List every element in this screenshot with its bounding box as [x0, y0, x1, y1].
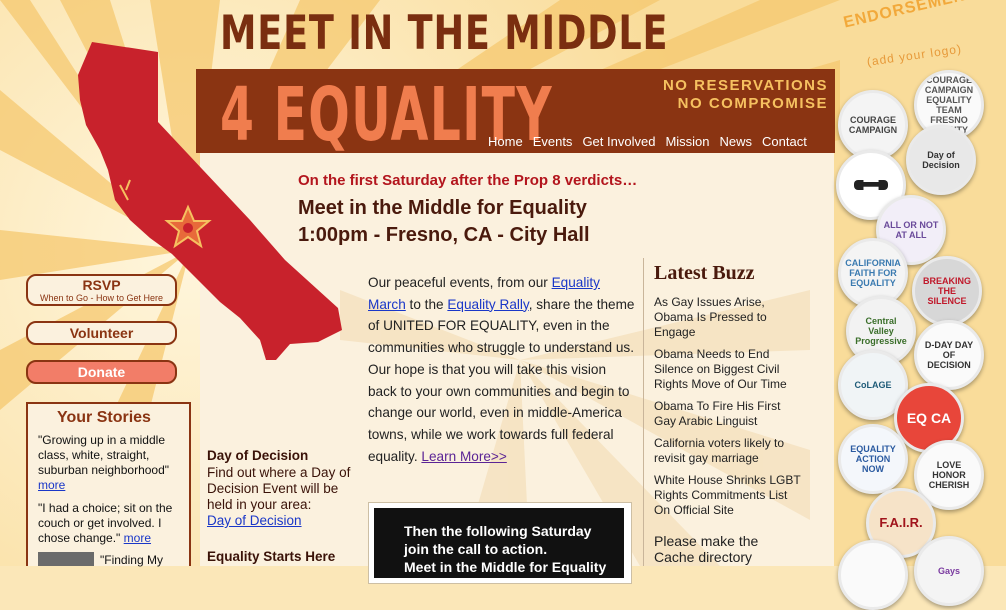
rsvp-label: RSVP	[82, 277, 121, 293]
nav-events[interactable]: Events	[533, 134, 573, 149]
promo-video[interactable]: Then the following Saturday join the cal…	[374, 508, 624, 578]
headline-line-2: 1:00pm - Fresno, CA - City Hall	[298, 224, 590, 246]
story-more-link[interactable]: more	[124, 531, 151, 545]
story-thumbnail[interactable]	[38, 552, 94, 566]
learn-more-link[interactable]: Learn More>>	[421, 449, 506, 464]
rsvp-button[interactable]: RSVP When to Go - How to Get Here	[26, 274, 177, 306]
nav-mission[interactable]: Mission	[665, 134, 709, 149]
day-of-decision-link[interactable]: Day of Decision	[207, 513, 302, 528]
your-stories-title: Your Stories	[57, 409, 151, 426]
nav-home[interactable]: Home	[488, 134, 523, 149]
day-of-decision-desc: Find out where a Day of Decision Event w…	[207, 465, 351, 512]
endorsement-badge[interactable]: Gays	[914, 536, 984, 606]
intro-paragraph: Our peaceful events, from our Equality M…	[368, 272, 636, 467]
slogan-line-1: NO RESERVATIONS	[662, 77, 828, 94]
video-line-3: Meet in the Middle for Equality	[404, 559, 607, 575]
headline-line-1: Meet in the Middle for Equality	[298, 197, 587, 219]
endorsement-badge[interactable]: Day of Decision	[906, 125, 976, 195]
video-line-1: Then the following Saturday	[404, 523, 592, 539]
endorsement-badge[interactable]	[838, 540, 908, 610]
latest-buzz-title: Latest Buzz	[654, 262, 755, 284]
buzz-item[interactable]: Obama To Fire His First Gay Arabic Lingu…	[654, 399, 804, 429]
nav-contact[interactable]: Contact	[762, 134, 807, 149]
nav-get-involved[interactable]: Get Involved	[582, 134, 655, 149]
donate-button[interactable]: Donate	[26, 360, 177, 384]
main-nav: Home Events Get Involved Mission News Co…	[488, 134, 807, 149]
story-more-link[interactable]: more	[38, 478, 65, 492]
endorsement-badge[interactable]: EQUALITY ACTION NOW	[838, 424, 908, 494]
equality-starts-here-heading: Equality Starts Here	[207, 549, 336, 564]
endorsement-badge[interactable]: D-DAY DAY OF DECISION	[914, 320, 984, 390]
endorsement-badge[interactable]: BREAKING THE SILENCE	[912, 256, 982, 326]
intro-text-2: to the	[405, 296, 448, 312]
story-text: "Growing up in a middle class, white, st…	[38, 433, 170, 477]
buzz-item[interactable]: California voters likely to revisit gay …	[654, 436, 804, 466]
day-of-decision-text: Find out where a Day of Decision Event w…	[207, 465, 352, 529]
intro-text-1: Our peaceful events, from our	[368, 275, 552, 290]
story-text: "I had a choice; sit on the couch or get…	[38, 501, 173, 545]
equality-rally-link[interactable]: Equality Rally	[447, 297, 528, 312]
story-item: "I had a choice; sit on the couch or get…	[38, 501, 183, 546]
story-item: "Growing up in a middle class, white, st…	[38, 433, 183, 493]
cache-error-message: Please make the Cache directory	[654, 533, 759, 565]
buzz-item[interactable]: White House Shrinks LGBT Rights Commitme…	[654, 473, 804, 518]
slogan-line-2: NO COMPROMISE	[677, 95, 828, 112]
headline-title: Meet in the Middle for Equality 1:00pm -…	[298, 195, 590, 249]
video-line-2: join the call to action.	[404, 541, 548, 557]
intro-text-3: , share the theme of UNITED FOR EQUALITY…	[368, 296, 635, 464]
day-of-decision-heading: Day of Decision	[207, 448, 309, 463]
column-divider	[643, 258, 644, 566]
buzz-item[interactable]: As Gay Issues Arise, Obama Is Pressed to…	[654, 295, 804, 340]
rsvp-sublabel: When to Go - How to Get Here	[39, 293, 164, 303]
nav-news[interactable]: News	[720, 134, 753, 149]
headline-kicker: On the first Saturday after the Prop 8 v…	[298, 172, 638, 189]
buzz-item[interactable]: Obama Needs to End Silence on Biggest Ci…	[654, 347, 804, 392]
volunteer-button[interactable]: Volunteer	[26, 321, 177, 345]
